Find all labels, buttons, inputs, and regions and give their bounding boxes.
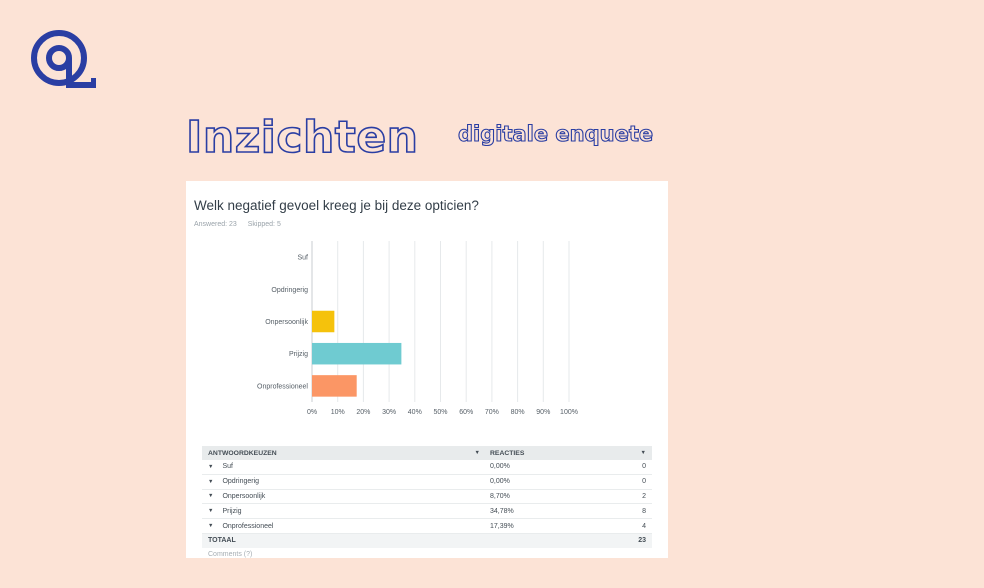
- hero-title: Inzichten: [185, 112, 419, 163]
- row-percent: 0,00%: [490, 463, 510, 471]
- bar-chart: 0% 10% 20% 30% 40% 50% 60% 70% 80% 90% 100% Suf Opdr…: [257, 241, 578, 416]
- row-count: 8: [642, 507, 646, 515]
- row-label: Onprofessioneel: [222, 522, 274, 530]
- bar-onpersoonlijk: [312, 310, 335, 333]
- x-tick-label: 70%: [485, 409, 499, 416]
- row-count: 0: [642, 478, 646, 486]
- row-count: 2: [642, 492, 646, 500]
- x-tick-label: 60%: [459, 409, 473, 416]
- total-label: TOTAAL: [208, 537, 236, 545]
- expand-caret-icon[interactable]: ▼: [208, 464, 213, 470]
- table-row: ▼ Opdringerig 0,00% 0: [202, 475, 652, 490]
- table-row: ▼ Onprofessioneel 17,39% 4: [202, 519, 652, 534]
- row-count: 0: [642, 463, 646, 471]
- row-label: Onpersoonlijk: [222, 492, 266, 500]
- row-label: Suf: [222, 463, 233, 471]
- row-count: 4: [642, 522, 646, 530]
- bar-onprofessioneel: [312, 375, 357, 397]
- category-label: Onprofessioneel: [257, 383, 308, 390]
- x-tick-label: 0%: [307, 409, 317, 416]
- x-tick-label: 100%: [560, 409, 578, 416]
- column-header-responses: REACTIES: [490, 449, 525, 457]
- table-row: ▼ Prijzig 34,78% 8: [202, 504, 652, 520]
- table-row: ▼ Suf 0,00% 0: [202, 460, 652, 475]
- x-tick-label: 30%: [382, 409, 396, 416]
- row-percent: 0,00%: [490, 478, 510, 486]
- x-tick-label: 20%: [356, 409, 370, 416]
- expand-caret-icon[interactable]: ▼: [208, 508, 213, 514]
- row-label: Opdringerig: [222, 478, 260, 486]
- row-label: Prijzig: [222, 507, 242, 515]
- total-count: 23: [638, 537, 646, 545]
- x-tick-label: 80%: [511, 409, 525, 416]
- category-label: Prijzig: [289, 351, 308, 358]
- sort-caret-icon[interactable]: ▼: [475, 450, 480, 456]
- x-tick-label: 50%: [433, 409, 447, 416]
- expand-caret-icon[interactable]: ▼: [208, 493, 213, 499]
- category-label: Onpersoonlijk: [265, 319, 308, 326]
- hero-subtitle: digitale enquete: [457, 122, 654, 146]
- row-percent: 8,70%: [490, 492, 510, 500]
- responses-table: ANTWOORDKEUZEN ▼ REACTIES ▼ ▼ Suf 0,00% 0 ▼ O…: [202, 446, 652, 548]
- row-percent: 34,78%: [490, 507, 514, 515]
- column-header-choice: ANTWOORDKEUZEN: [208, 449, 277, 457]
- bar-prijzig: [312, 342, 402, 365]
- survey-result-card: Welk negatief gevoel kreeg je bij deze o…: [186, 181, 668, 558]
- comments-link[interactable]: Comments (?): [208, 551, 252, 558]
- row-percent: 17,39%: [490, 522, 514, 530]
- category-label: Suf: [297, 255, 308, 262]
- x-tick-label: 40%: [408, 409, 422, 416]
- table-header: ANTWOORDKEUZEN ▼ REACTIES ▼: [202, 446, 652, 460]
- table-row: ▼ Onpersoonlijk 8,70% 2: [202, 490, 652, 505]
- category-label: Opdringerig: [271, 287, 308, 294]
- x-tick-label: 90%: [536, 409, 550, 416]
- expand-caret-icon[interactable]: ▼: [208, 523, 213, 529]
- sort-caret-icon[interactable]: ▼: [641, 450, 646, 457]
- table-total-row: TOTAAL 23: [202, 533, 652, 548]
- at-sign-logo-icon: [31, 30, 96, 88]
- expand-caret-icon[interactable]: ▼: [208, 479, 213, 485]
- x-tick-label: 10%: [331, 409, 345, 416]
